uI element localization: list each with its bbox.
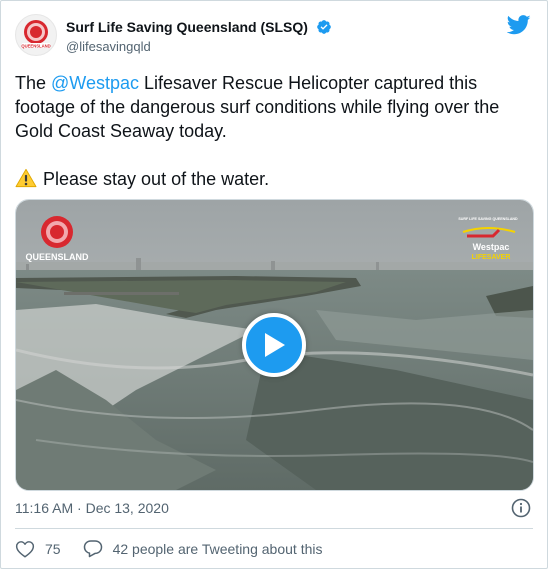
- westpac-text: Westpac: [473, 242, 510, 252]
- speech-bubble-icon: [83, 540, 102, 558]
- tweet-body: The @Westpac Lifesaver Rescue Helicopter…: [15, 71, 530, 191]
- tweet-warning-line: Please stay out of the water.: [15, 167, 530, 191]
- play-button[interactable]: [242, 313, 306, 377]
- tweet-time[interactable]: 11:16 AM: [15, 500, 73, 516]
- tweet-card: QUEENSLAND Surf Life Saving Queensland (…: [0, 0, 548, 569]
- author-name-text[interactable]: Surf Life Saving Queensland (SLSQ): [66, 19, 308, 35]
- conversation-text[interactable]: 42 people are Tweeting about this: [113, 541, 323, 557]
- tweet-paragraph: The @Westpac Lifesaver Rescue Helicopter…: [15, 71, 530, 143]
- video-logo-label: QUEENSLAND: [25, 252, 89, 262]
- author-avatar[interactable]: QUEENSLAND: [15, 14, 57, 56]
- verified-badge-icon: [316, 20, 331, 34]
- timestamp-separator: ·: [73, 500, 86, 516]
- author-name[interactable]: Surf Life Saving Queensland (SLSQ): [66, 19, 332, 35]
- heart-icon: [15, 540, 35, 558]
- video-logo-top-text: SURF LIFE SAVING QUEENSLAND: [458, 217, 518, 221]
- westpac-lifesaver-logo-icon: SURF LIFE SAVING QUEENSLAND Westpac LIFE…: [458, 217, 518, 261]
- avatar-label: QUEENSLAND: [21, 43, 50, 48]
- tweet-actions: 75 42 people are Tweeting about this: [15, 539, 322, 558]
- tweet-date[interactable]: Dec 13, 2020: [86, 500, 169, 516]
- info-icon[interactable]: [511, 498, 531, 518]
- slsq-video-logo-icon: QUEENSLAND: [25, 216, 89, 262]
- warning-text: Please stay out of the water.: [43, 169, 270, 189]
- play-icon: [265, 333, 285, 357]
- conversation-link[interactable]: 42 people are Tweeting about this: [83, 539, 323, 558]
- slsq-logo-icon: QUEENSLAND: [21, 20, 51, 48]
- mention-link[interactable]: @Westpac: [51, 73, 139, 93]
- like-count[interactable]: 75: [45, 541, 61, 557]
- lifesaver-text: LIFESAVER: [472, 254, 511, 261]
- author-handle[interactable]: @lifesavingqld: [66, 39, 151, 54]
- tweet-timestamp[interactable]: 11:16 AM · Dec 13, 2020: [15, 500, 169, 516]
- divider: [15, 528, 533, 529]
- twitter-bird-icon[interactable]: [507, 15, 531, 35]
- like-button[interactable]: 75: [15, 540, 61, 558]
- warning-icon: [15, 168, 37, 188]
- tweet-text-prefix: The: [15, 73, 52, 93]
- video-player[interactable]: QUEENSLAND SURF LIFE SAVING QUEENSLAND W…: [15, 199, 534, 491]
